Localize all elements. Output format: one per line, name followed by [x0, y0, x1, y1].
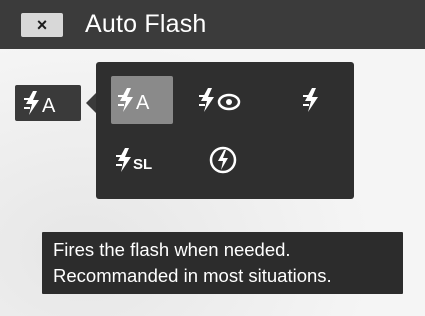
close-button[interactable]: ×: [21, 12, 63, 37]
help-tooltip: Fires the flash when needed. Recommanded…: [42, 232, 403, 294]
svg-text:A: A: [136, 92, 150, 113]
flash-on-icon: [303, 88, 318, 112]
flash-off-icon: [209, 146, 237, 174]
flash-option-auto[interactable]: A: [111, 76, 173, 124]
tooltip-line-2: Recommanded in most situations.: [53, 265, 332, 286]
flash-option-red-eye[interactable]: [192, 76, 254, 124]
svg-text:SL: SL: [133, 156, 152, 173]
current-flash-mode[interactable]: A: [15, 85, 81, 121]
flash-auto-icon: A: [118, 88, 150, 113]
tooltip-line-1: Fires the flash when needed.: [53, 239, 291, 260]
flash-slow-sync-icon: SL: [116, 148, 152, 173]
flash-auto-icon: A: [24, 91, 56, 116]
menu-pointer: [86, 93, 96, 113]
flash-option-slow-sync[interactable]: SL: [111, 136, 173, 184]
svg-text:A: A: [42, 95, 56, 116]
page-title: Auto Flash: [85, 10, 207, 38]
flash-option-off[interactable]: [192, 136, 254, 184]
close-icon: ×: [36, 14, 48, 35]
flash-mode-menu: A SL: [96, 62, 354, 199]
flash-red-eye-icon: [199, 88, 241, 112]
title-bar: × Auto Flash: [0, 0, 425, 49]
flash-option-on[interactable]: [280, 76, 342, 124]
